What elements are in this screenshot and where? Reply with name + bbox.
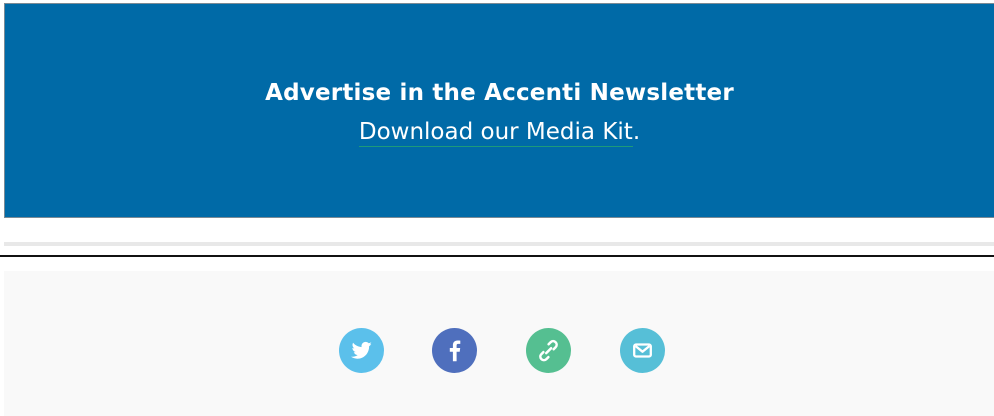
email-icon	[620, 328, 665, 373]
facebook-share-button[interactable]	[432, 328, 477, 373]
section-divider-light	[4, 242, 994, 246]
newsletter-ad-banner: Advertise in the Accenti Newsletter Down…	[4, 3, 994, 218]
share-bar	[4, 271, 994, 416]
ad-title: Advertise in the Accenti Newsletter	[265, 80, 734, 106]
link-icon	[526, 328, 571, 373]
copy-link-share-button[interactable]	[526, 328, 571, 373]
facebook-icon	[432, 328, 477, 373]
section-divider-dark	[0, 255, 994, 257]
twitter-icon	[339, 328, 384, 373]
media-kit-punctuation: .	[632, 119, 641, 145]
twitter-share-button[interactable]	[339, 328, 384, 373]
page: Advertise in the Accenti Newsletter Down…	[0, 0, 994, 416]
email-share-button[interactable]	[620, 328, 665, 373]
media-kit-link[interactable]: Download our Media Kit	[358, 119, 633, 147]
media-kit-line: Download our Media Kit.	[5, 118, 994, 147]
